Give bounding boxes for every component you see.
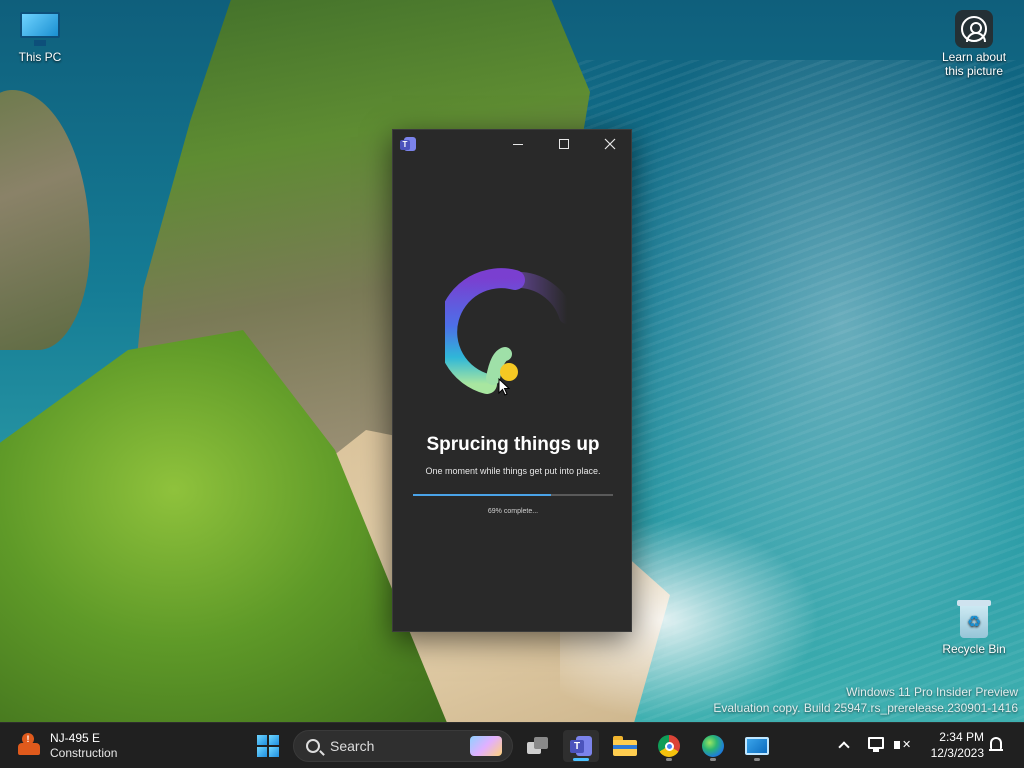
task-view-icon (527, 737, 549, 755)
network-button[interactable] (868, 737, 886, 753)
maximize-button[interactable] (541, 130, 587, 158)
weather-widget[interactable]: ! NJ-495 E Construction (16, 729, 117, 763)
network-icon (868, 737, 884, 752)
progress-text: 69% complete... (487, 508, 539, 515)
wallpaper-cliff-left (0, 90, 90, 350)
taskbar-edge[interactable] (695, 730, 731, 762)
loading-title: Sprucing things up (426, 434, 600, 455)
teams-icon: T (400, 137, 416, 151)
running-indicator (666, 758, 672, 761)
camera-icon (955, 10, 993, 48)
weather-line-1: NJ-495 E (50, 731, 101, 745)
taskbar-teams[interactable]: T (563, 730, 599, 762)
desktop-icon-label: Recycle Bin (942, 642, 1006, 656)
watermark-line-2: Evaluation copy. Build 25947.rs_prerelea… (713, 701, 1018, 715)
minimize-icon (513, 143, 523, 145)
start-button[interactable] (250, 730, 286, 762)
traffic-alert-icon: ! (16, 733, 42, 759)
search-icon (306, 739, 320, 753)
clock-time: 2:34 PM (939, 730, 984, 744)
desktop-icon-learn-about-picture[interactable]: Learn about this picture (934, 10, 1014, 78)
edge-icon (702, 735, 724, 757)
desktop-icon-label: This PC (18, 50, 62, 64)
taskbar: ! NJ-495 E Construction Search T ✕ 2:34 … (0, 722, 1024, 768)
close-button[interactable] (587, 130, 633, 158)
weather-line-2: Construction (50, 746, 118, 760)
windows-watermark: Windows 11 Pro Insider Preview Evaluatio… (713, 684, 1018, 716)
teams-loading-window: T Sprucing things up One moment while th… (392, 129, 632, 632)
taskbar-remote-desktop[interactable] (739, 730, 775, 762)
taskbar-task-view[interactable] (520, 730, 556, 762)
close-icon (604, 138, 616, 150)
running-indicator (710, 758, 716, 761)
desktop-icon-recycle-bin[interactable]: ♻ Recycle Bin (934, 598, 1014, 656)
running-indicator (754, 758, 760, 761)
active-indicator (573, 758, 589, 761)
maximize-icon (559, 139, 569, 149)
window-titlebar[interactable]: T (393, 130, 631, 158)
progress-bar (413, 494, 613, 496)
progress-bar-fill (413, 494, 551, 496)
minimize-button[interactable] (495, 130, 541, 158)
watermark-line-1: Windows 11 Pro Insider Preview (846, 685, 1018, 699)
volume-button[interactable]: ✕ (894, 737, 912, 753)
clock-date: 12/3/2023 (930, 746, 984, 760)
windows-logo-icon (257, 735, 279, 757)
loading-spinner-icon (445, 268, 575, 394)
folder-icon (613, 736, 637, 756)
computer-icon (18, 10, 62, 48)
recycle-bin-icon: ♻ (957, 598, 991, 640)
taskbar-chrome[interactable] (651, 730, 687, 762)
notifications-button[interactable] (988, 737, 1004, 755)
desktop-icon-this-pc[interactable]: This PC (0, 10, 80, 64)
desktop-icon-label: Learn about this picture (941, 50, 1007, 78)
mouse-cursor-icon (498, 378, 510, 396)
search-placeholder: Search (330, 738, 375, 754)
remote-desktop-icon (745, 737, 769, 755)
search-highlight-icon (470, 736, 502, 756)
taskbar-file-explorer[interactable] (607, 730, 643, 762)
taskbar-search-box[interactable]: Search (293, 730, 513, 762)
chevron-up-icon (838, 741, 850, 753)
volume-muted-icon: ✕ (894, 737, 911, 753)
loading-subtitle: One moment while things get put into pla… (425, 466, 601, 476)
chrome-icon (658, 735, 680, 757)
bell-icon (989, 737, 1003, 751)
show-hidden-icons-button[interactable] (836, 737, 852, 753)
taskbar-clock[interactable]: 2:34 PM 12/3/2023 (922, 729, 984, 761)
teams-icon: T (570, 736, 592, 756)
